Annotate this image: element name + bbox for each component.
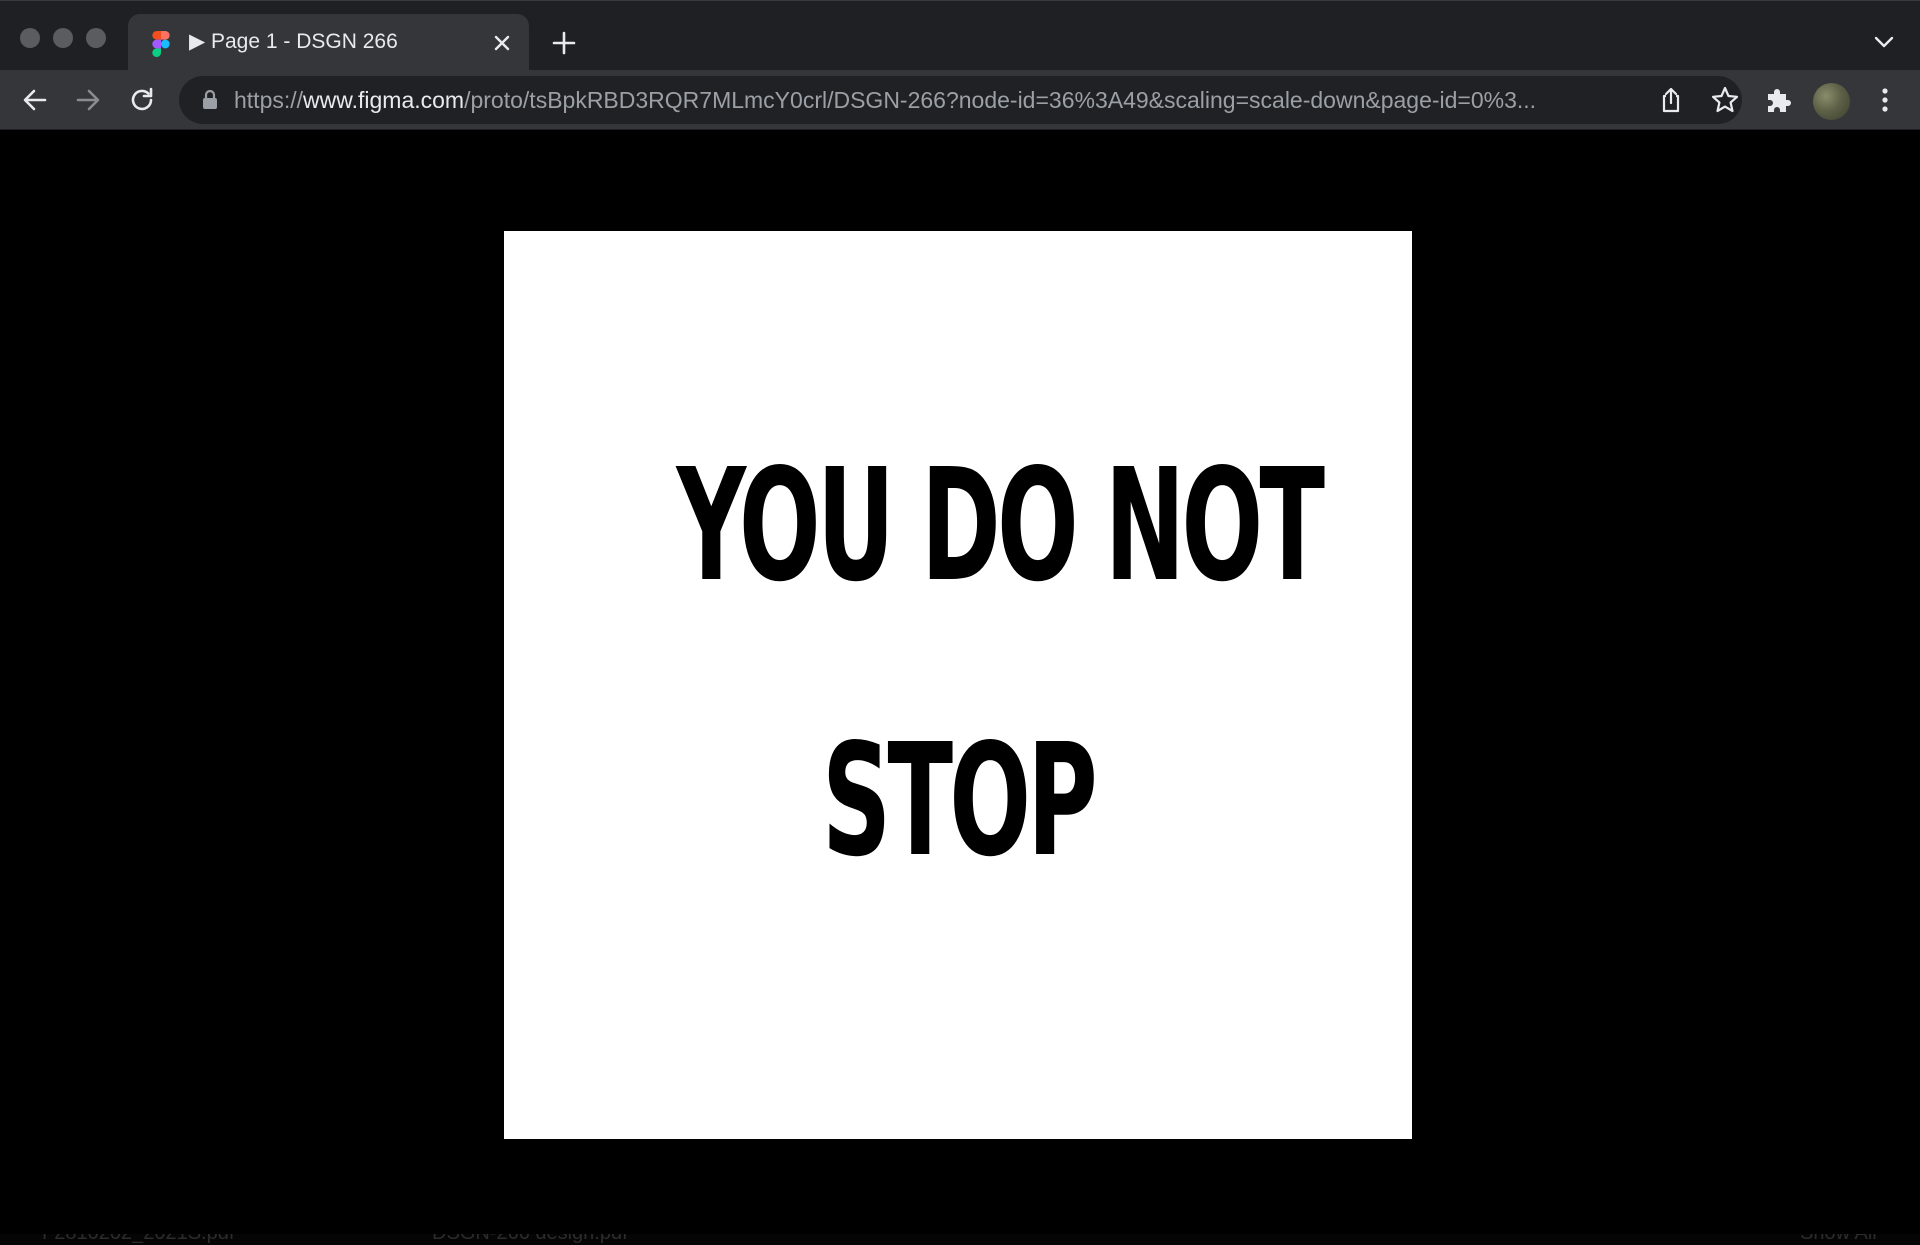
poster-text-line-2: STOP bbox=[821, 710, 1098, 891]
download-bar: F2810202_2021S.pdf DSGN-266 design.pdf S… bbox=[0, 1234, 1920, 1245]
browser-toolbar: https://www.figma.com/proto/tsBpkRBD3RQR… bbox=[0, 70, 1920, 130]
back-icon[interactable] bbox=[20, 85, 50, 115]
more-icon[interactable] bbox=[1870, 85, 1900, 115]
url-scheme: https:// bbox=[234, 87, 304, 113]
extensions-icon[interactable] bbox=[1763, 85, 1793, 115]
address-bar[interactable]: https://www.figma.com/proto/tsBpkRBD3RQR… bbox=[179, 76, 1742, 124]
star-icon[interactable] bbox=[1710, 85, 1740, 115]
minimize-window-button[interactable] bbox=[53, 28, 73, 48]
forward-icon[interactable] bbox=[73, 85, 103, 115]
poster-text-line-1: YOU DO NOT bbox=[676, 435, 1325, 616]
reload-icon[interactable] bbox=[127, 85, 157, 115]
show-all-button[interactable]: Show All bbox=[1800, 1234, 1877, 1245]
close-window-button[interactable] bbox=[20, 28, 40, 48]
prototype-viewport[interactable]: YOU DO NOT STOP bbox=[0, 130, 1920, 1245]
url-host: www.figma.com bbox=[303, 87, 465, 113]
tab-strip: ▶ Page 1 - DSGN 266 bbox=[0, 0, 1920, 71]
avatar[interactable] bbox=[1813, 83, 1850, 120]
plus-icon[interactable] bbox=[551, 30, 577, 56]
tab-active[interactable]: ▶ Page 1 - DSGN 266 bbox=[128, 14, 529, 71]
lock-icon[interactable] bbox=[201, 89, 219, 111]
browser-window: ▶ Page 1 - DSGN 266 https://www.figma.co… bbox=[0, 0, 1920, 1245]
prototype-frame[interactable]: YOU DO NOT STOP bbox=[504, 231, 1412, 1139]
url-path: /proto/tsBpkRBD3RQR7MLmcY0crl/DSGN-266?n… bbox=[464, 87, 1537, 113]
url-text[interactable]: https://www.figma.com/proto/tsBpkRBD3RQR… bbox=[234, 86, 1634, 114]
share-icon[interactable] bbox=[1656, 85, 1686, 115]
figma-icon bbox=[152, 31, 170, 57]
chevron-down-icon[interactable] bbox=[1872, 32, 1896, 52]
zoom-window-button[interactable] bbox=[86, 28, 106, 48]
download-item-2[interactable]: DSGN-266 design.pdf bbox=[432, 1234, 628, 1245]
close-icon[interactable] bbox=[490, 31, 514, 55]
download-item-1[interactable]: F2810202_2021S.pdf bbox=[42, 1234, 234, 1245]
tab-title: ▶ Page 1 - DSGN 266 bbox=[189, 30, 398, 53]
